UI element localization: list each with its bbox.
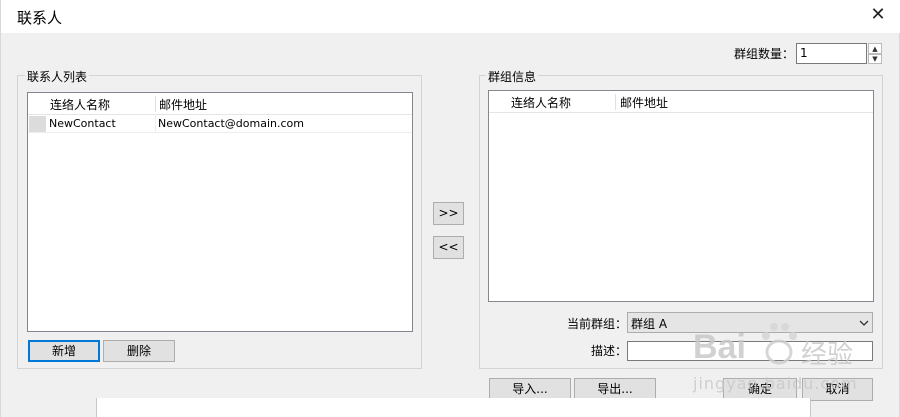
cancel-button[interactable]: 取消 (802, 378, 873, 401)
group-count-input[interactable]: 1 (796, 43, 867, 64)
row-selector[interactable] (29, 116, 46, 132)
current-group-select[interactable]: 群组 A (627, 312, 873, 333)
column-divider[interactable] (615, 94, 616, 110)
add-contact-button[interactable]: 新增 (28, 340, 100, 362)
chevron-down-icon (859, 320, 869, 326)
group-info-legend: 群组信息 (486, 68, 539, 85)
group-count-label: 群组数量： (734, 47, 795, 61)
cell-divider (155, 115, 156, 133)
spin-down-icon[interactable]: ▼ (868, 54, 882, 64)
group-member-list[interactable]: 连络人名称 邮件地址 (488, 90, 874, 302)
contacts-legend: 联系人列表 (25, 68, 90, 85)
column-divider[interactable] (155, 96, 156, 112)
close-icon[interactable]: ✕ (867, 4, 889, 26)
contact-list-header: 连络人名称 邮件地址 (28, 93, 412, 115)
current-group-value: 群组 A (631, 317, 668, 331)
background-window (96, 398, 811, 417)
dialog-title: 联系人 (17, 9, 63, 27)
move-left-button[interactable]: << (433, 236, 464, 259)
contact-name-cell: NewContact (49, 117, 116, 130)
group-member-header: 连络人名称 邮件地址 (489, 91, 873, 113)
contact-email-cell: NewContact@domain.com (158, 117, 304, 130)
col-email-header[interactable]: 邮件地址 (159, 96, 207, 113)
move-right-button[interactable]: >> (433, 202, 464, 225)
description-input[interactable] (627, 341, 873, 361)
current-group-label: 当前群组： (567, 317, 628, 331)
spin-up-icon[interactable]: ▲ (868, 43, 882, 54)
group-count-value: 1 (800, 46, 808, 60)
description-label: 描述： (591, 344, 628, 358)
contact-list[interactable]: 连络人名称 邮件地址 NewContact NewContact@domain.… (27, 92, 413, 332)
contacts-dialog: 联系人 ✕ 群组数量： 1 ▲ ▼ 联系人列表 连络人名称 邮件地址 NewCo… (0, 0, 900, 417)
delete-contact-button[interactable]: 删除 (103, 340, 175, 362)
title-bar: 联系人 ✕ (1, 0, 900, 33)
col-email-header[interactable]: 邮件地址 (620, 94, 668, 111)
col-name-header[interactable]: 连络人名称 (50, 96, 110, 113)
col-name-header[interactable]: 连络人名称 (511, 94, 571, 111)
table-row[interactable]: NewContact NewContact@domain.com (28, 115, 412, 133)
